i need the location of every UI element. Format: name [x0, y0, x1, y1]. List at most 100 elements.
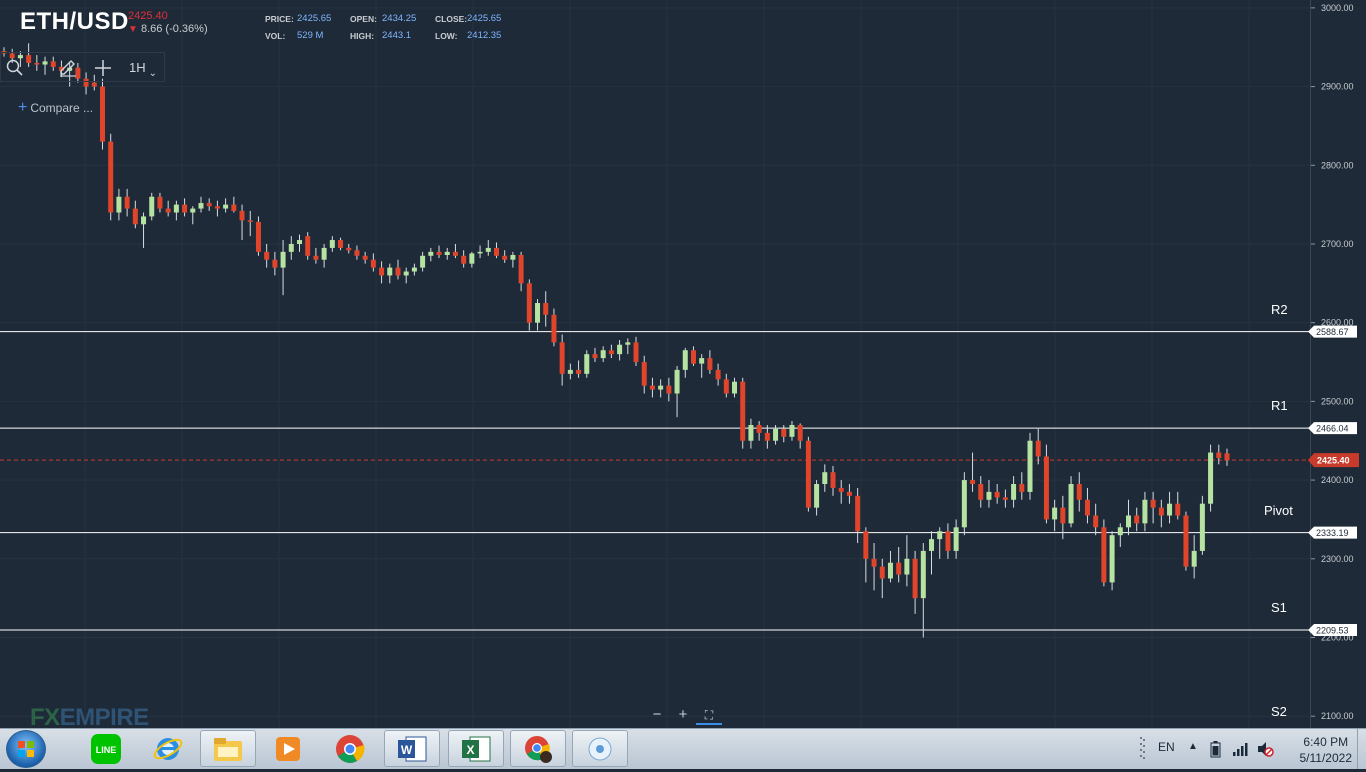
candle [649, 377, 655, 398]
taskbar-line[interactable]: LINE [78, 730, 134, 767]
candle [461, 250, 467, 268]
candle [272, 251, 278, 276]
level-value-label: 2466.04 [1316, 424, 1349, 434]
candle [264, 243, 270, 268]
candle [1076, 472, 1082, 512]
battery-icon[interactable] [1210, 740, 1222, 758]
taskbar-explorer[interactable] [200, 730, 256, 767]
candle [896, 546, 902, 583]
candle [1011, 476, 1017, 508]
candle [797, 423, 803, 449]
price-axis[interactable]: 3000.00 2900.00 2800.00 2700.00 2600.00 2500.… [1308, 0, 1366, 728]
logo-fx: FX [30, 704, 60, 731]
clock[interactable]: 6:40 PM 5/11/2022 [1300, 734, 1353, 766]
compare-button[interactable]: + Compare ... [18, 99, 93, 117]
candle [346, 243, 352, 254]
candle [699, 354, 705, 378]
candle [690, 346, 696, 366]
taskbar-word[interactable]: W [384, 730, 440, 767]
taskbar-chrome[interactable] [322, 730, 378, 767]
candle [756, 421, 762, 441]
candle [1150, 491, 1156, 524]
symbol-title: ETH/USD [20, 8, 129, 35]
candle [354, 245, 360, 260]
candle [600, 346, 606, 363]
candle [1208, 444, 1214, 512]
level-value-label: 2588.67 [1316, 327, 1349, 337]
compare-label: Compare ... [30, 101, 94, 115]
candle [707, 350, 713, 374]
candle [387, 263, 393, 284]
taskbar-ie[interactable] [140, 730, 196, 767]
candle [715, 363, 721, 386]
candle [280, 240, 286, 296]
level-value-tag: 2333.19 [1308, 526, 1357, 539]
candle [493, 242, 499, 259]
show-hidden-icons-button[interactable]: ▲ [1188, 741, 1198, 752]
price-change: ▼ 8.66 (-0.36%) [128, 23, 208, 35]
low-value: 2412.35 [467, 30, 502, 41]
search-icon[interactable] [6, 59, 24, 77]
candle [576, 360, 582, 378]
candle [789, 421, 795, 441]
taskbar-media-player[interactable] [260, 730, 316, 767]
file-explorer-icon [214, 737, 242, 761]
candle [592, 347, 598, 363]
candle [428, 247, 434, 262]
candle [970, 452, 976, 492]
candle [510, 251, 516, 268]
crosshair-icon[interactable] [94, 59, 112, 77]
axis-tick-label: 2700.00 [1321, 239, 1354, 249]
candle [149, 192, 155, 221]
timeframe-select[interactable]: 1H ⌄ [129, 60, 157, 79]
taskbar-app[interactable] [572, 730, 628, 767]
taskbar-chrome-profile[interactable] [510, 730, 566, 767]
last-price: 2425.40 [128, 10, 168, 22]
candle [141, 212, 147, 248]
close-label: CLOSE: [435, 14, 468, 24]
candle [362, 251, 368, 264]
axis-tick-label: 2500.00 [1321, 396, 1354, 406]
candle [182, 198, 188, 217]
zoom-out-button[interactable]: − [644, 706, 670, 723]
taskbar-excel[interactable]: X [448, 730, 504, 767]
chart-area[interactable] [0, 0, 1310, 728]
candle [379, 261, 385, 284]
high-value: 2443.1 [382, 30, 412, 41]
candle [329, 236, 335, 252]
candlestick-chart[interactable] [0, 0, 1310, 728]
candle [682, 347, 688, 378]
candle [1084, 487, 1090, 524]
current-price-label: 2425.40 [1317, 456, 1350, 466]
zoom-in-button[interactable]: + [670, 706, 696, 723]
volume-muted-icon[interactable] [1256, 740, 1274, 758]
candle [887, 550, 893, 583]
show-desktop-button[interactable] [1357, 729, 1366, 769]
close-value: 2425.65 [467, 13, 502, 24]
zoom-controls: − + ⛶ [644, 706, 722, 725]
level-value-tag: 2588.67 [1308, 325, 1357, 338]
current-price-tag: 2425.40 [1308, 453, 1359, 468]
candle [584, 350, 590, 378]
candle [567, 363, 573, 380]
candle [674, 365, 680, 418]
candle [338, 237, 344, 251]
app-icon [588, 737, 612, 760]
pencil-icon[interactable] [58, 58, 78, 78]
signal-icon[interactable] [1232, 741, 1250, 757]
candle [937, 527, 943, 559]
candle [485, 240, 491, 256]
candle [132, 200, 138, 229]
open-value: 2434.25 [382, 13, 417, 24]
start-button[interactable] [6, 730, 46, 768]
candle [551, 308, 557, 347]
level-label-s1: S1 [1271, 599, 1287, 615]
candle [1109, 531, 1115, 591]
candle [395, 259, 401, 280]
candle [1035, 428, 1041, 465]
fullscreen-button[interactable]: ⛶ [696, 708, 722, 725]
ie-icon [153, 737, 183, 760]
language-indicator[interactable]: EN [1158, 740, 1175, 754]
candle [879, 558, 885, 599]
candle [190, 206, 196, 225]
